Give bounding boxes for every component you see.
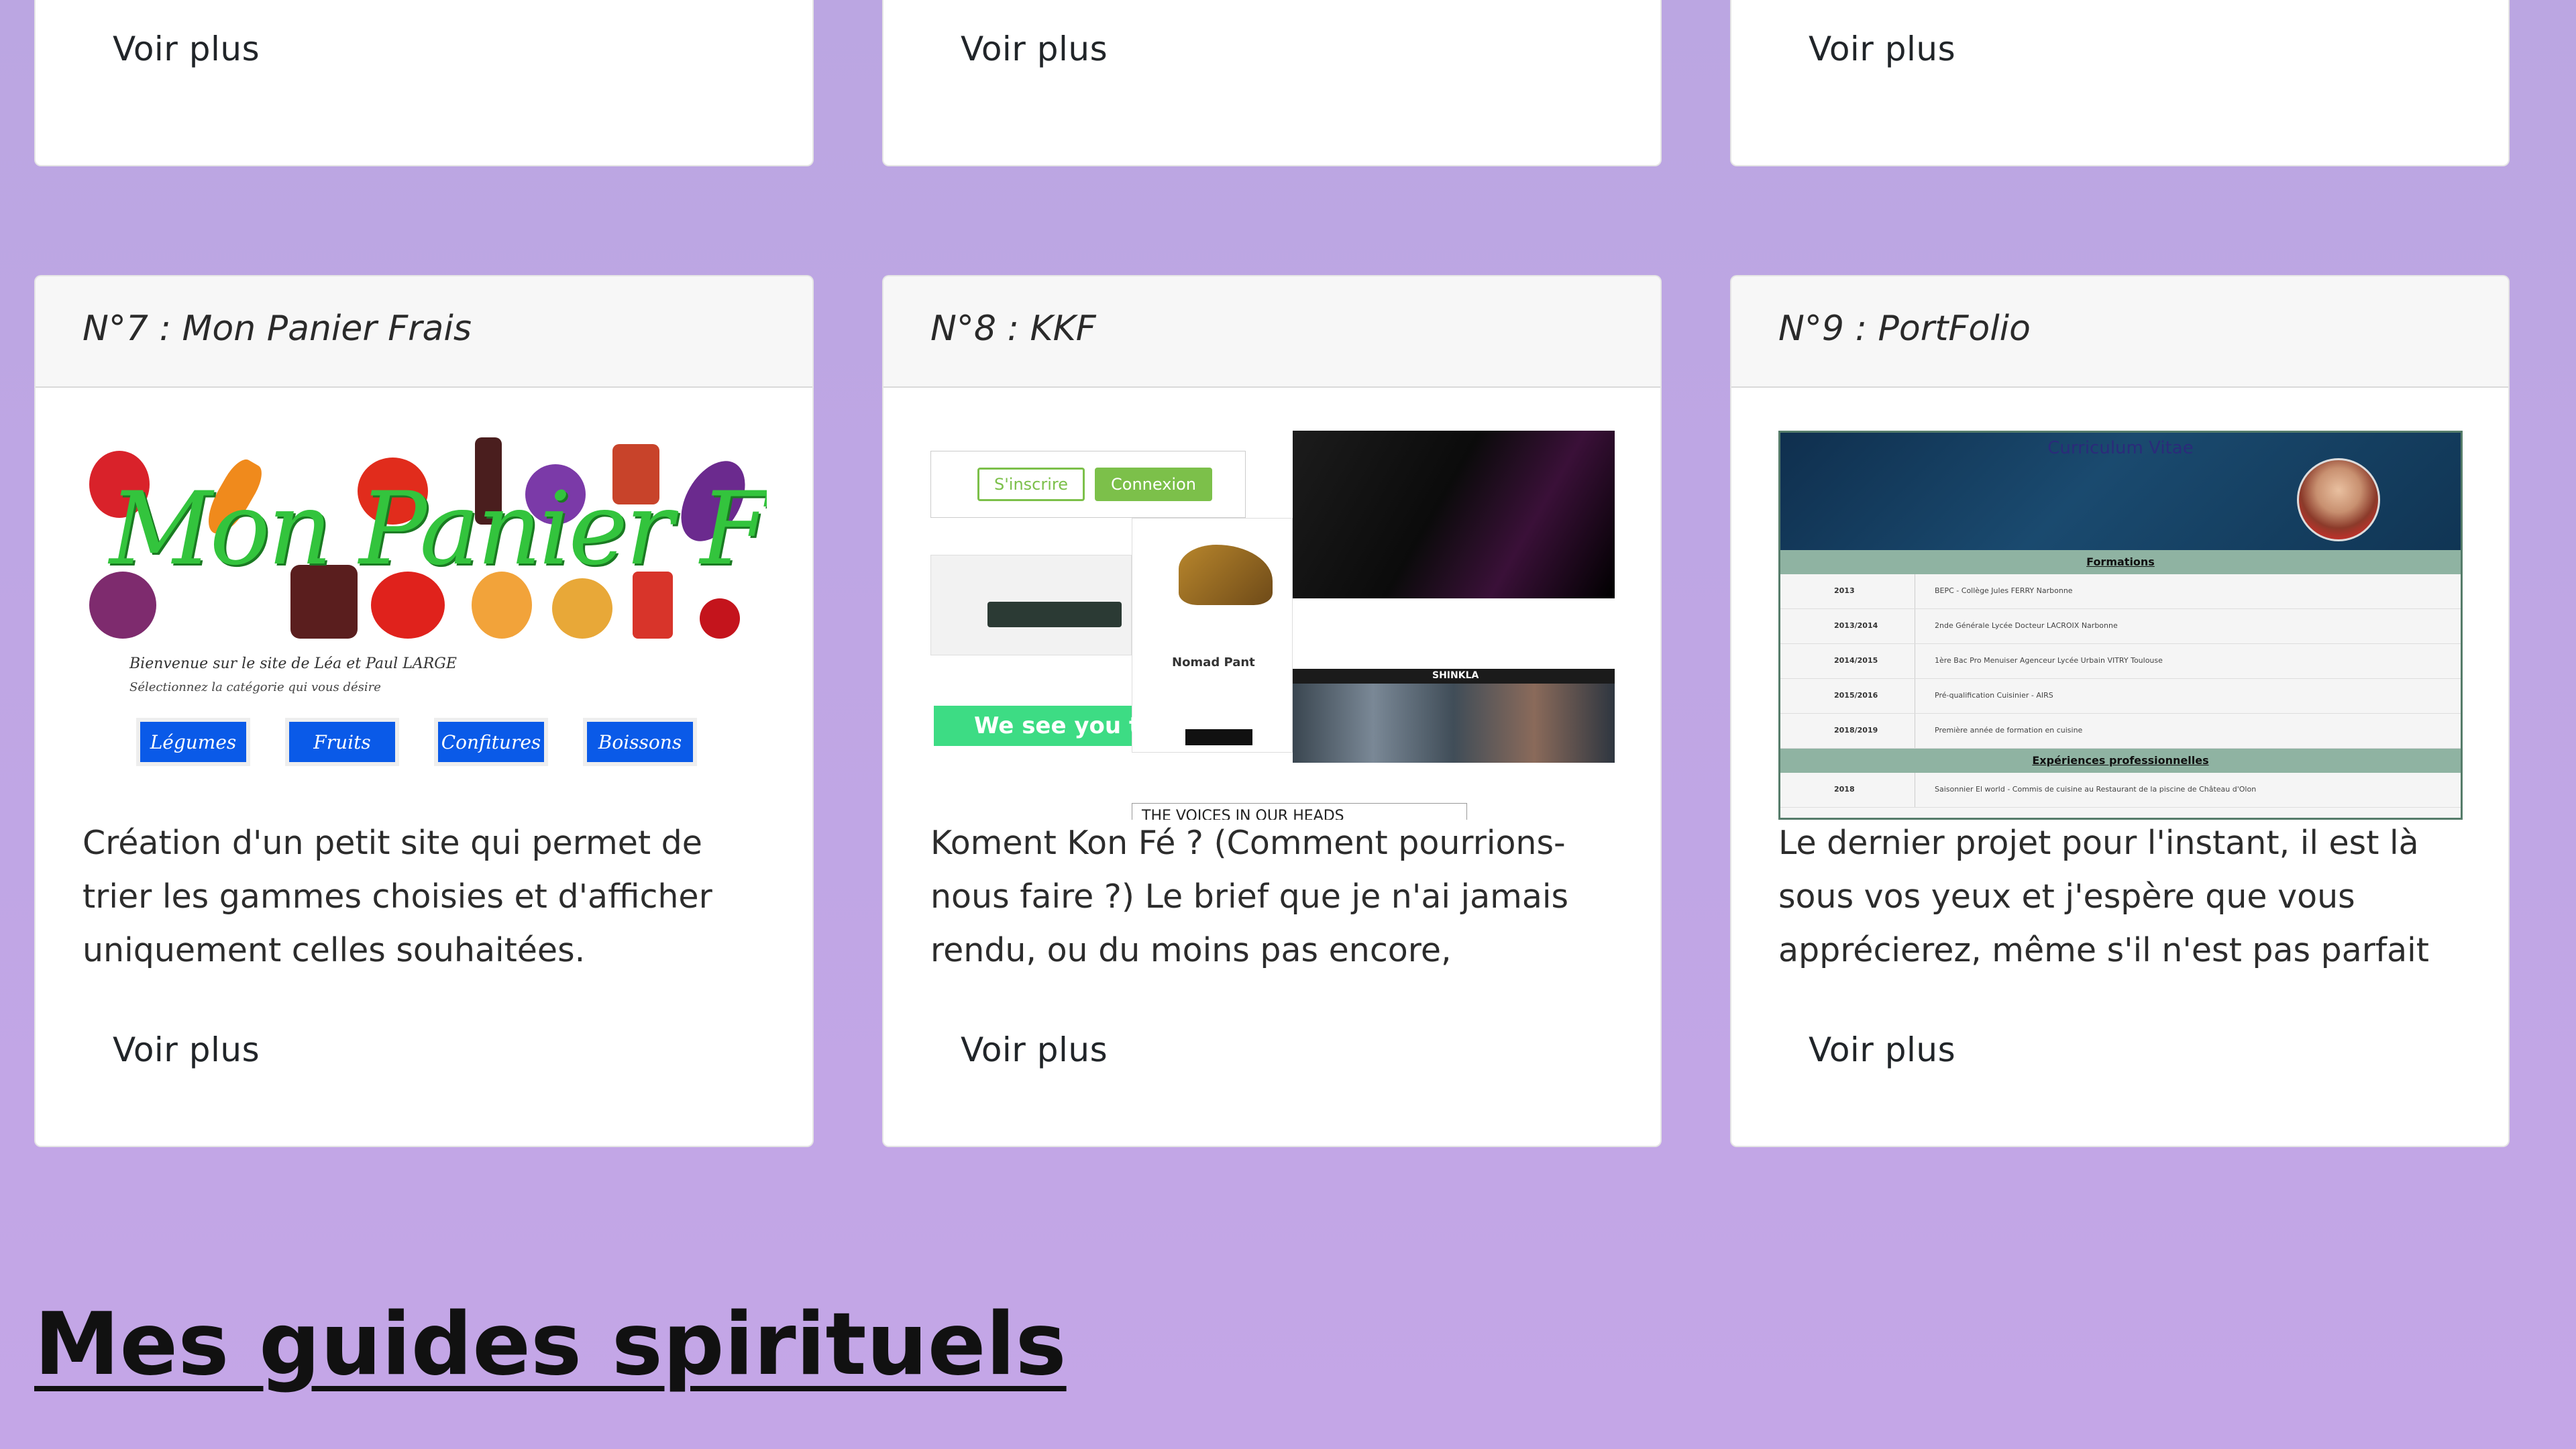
signup-button: S'inscrire [977,468,1085,501]
voir-plus-link[interactable]: Voir plus [961,1030,1108,1069]
section-title: Mes guides spirituels [34,1295,1067,1395]
project-screenshot: Curriculum Vitae Formations 2013 BEPC - C… [1778,431,2463,820]
project-card-top-3: Voir plus [1730,0,2510,166]
voir-plus-link[interactable]: Voir plus [113,30,260,68]
row-desc: 1ère Bac Pro Menuiser Agenceur Lycée Urb… [1935,656,2163,665]
confitures-button: Confitures [434,718,548,766]
row-desc: 2nde Générale Lycée Docteur LACROIX Narb… [1935,621,2118,630]
boissons-button: Boissons [583,718,697,766]
voir-plus-link[interactable]: Voir plus [1809,30,1955,68]
voir-plus-link[interactable]: Voir plus [961,30,1108,68]
welcome-text: Bienvenue sur le site de Léa et Paul LAR… [129,655,457,672]
avatar [2297,458,2380,541]
card-description: Le dernier projet pour l'instant, il est… [1778,824,2429,969]
cherry-icon [700,598,740,639]
card-header: N°8 : KKF [883,276,1660,388]
row-desc: Première année de formation en cuisine [1935,726,2083,735]
card-header: N°7 : Mon Panier Frais [36,276,812,388]
project-card-9: N°9 : PortFolio Curriculum Vitae Formati… [1730,275,2510,1147]
row-desc: Saisonnier El world - Commis de cuisine … [1935,785,2257,794]
experiences-header: Expériences professionnelles [1780,749,2461,773]
card-title: N°8 : KKF [930,309,1096,349]
row-year: 2018/2019 [1834,726,1878,735]
project-card-8: N°8 : KKF S'inscrire Connexion Nomad Pan… [882,275,1662,1147]
row-desc: BEPC - Collège Jules FERRY Narbonne [1935,586,2073,595]
fruits-button: Fruits [285,718,399,766]
project-screenshot: S'inscrire Connexion Nomad Pant We see y… [930,431,1615,820]
card-description: Création d'un petit site qui permet de t… [83,824,712,969]
card-title: N°9 : PortFolio [1778,309,2031,349]
voir-plus-link[interactable]: Voir plus [113,1030,260,1069]
row-year: 2013 [1834,586,1855,595]
banner-text: We see you t [974,712,1140,739]
project-card-top-2: Voir plus [882,0,1662,166]
card-header: N°9 : PortFolio [1731,276,2508,388]
row-year: 2014/2015 [1834,656,1878,665]
brand-name: Nomad Pant [1172,655,1255,669]
cv-title: Curriculum Vitae [2047,438,2194,458]
row-year: 2013/2014 [1834,621,1878,630]
voir-plus-link[interactable]: Voir plus [1809,1030,1955,1069]
project-card-7: N°7 : Mon Panier Frais Mon Panier Frais … [34,275,814,1147]
formations-header: Formations [1780,550,2461,574]
project-card-top-1: Voir plus [34,0,814,166]
row-year: 2015/2016 [1834,691,1878,700]
choose-text: Sélectionnez la catégorie qui vous désir… [129,680,381,694]
row-year: 2018 [1834,785,1855,794]
row-desc: Pré-qualification Cuisinier - AIRS [1935,691,2053,700]
legumes-button: Légumes [136,718,250,766]
site-logo: Mon Panier Frais [109,471,767,588]
project-screenshot: Mon Panier Frais Bienvenue sur le site d… [83,431,767,820]
nav-brand: SHINKLA [1432,670,1479,681]
login-button: Connexion [1095,468,1212,501]
card-title: N°7 : Mon Panier Frais [83,309,472,349]
card-description: Koment Kon Fé ? (Comment pourrions-nous … [930,824,1569,969]
